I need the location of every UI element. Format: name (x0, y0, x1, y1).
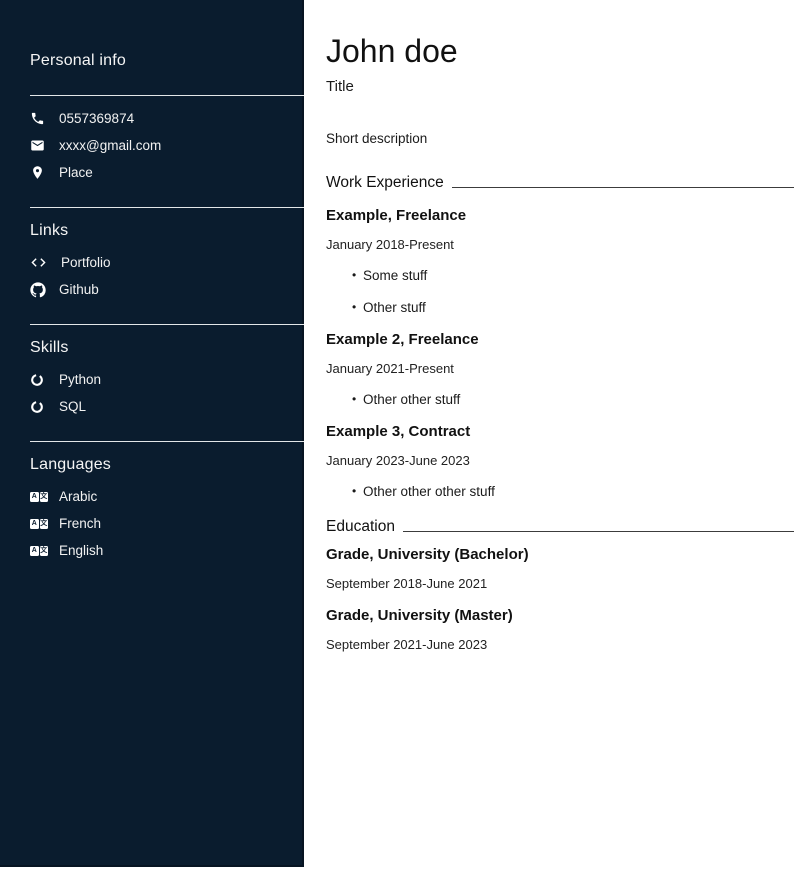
experience-title: Example, Freelance (326, 207, 794, 225)
personal-info-list: 0557369874 xxxx@gmail.com Place (30, 105, 302, 186)
skills-heading: Skills (30, 339, 302, 357)
language-label: French (59, 516, 101, 531)
language-item: A 文 English (30, 537, 302, 564)
language-label: Arabic (59, 489, 97, 504)
circle-icon (30, 373, 48, 387)
education-title: Grade, University (Bachelor) (326, 546, 794, 564)
skill-label: SQL (59, 399, 86, 414)
language-item: A 文 Arabic (30, 483, 302, 510)
experience-entry: Example, Freelance January 2018-Present … (326, 207, 794, 316)
experience-period: January 2021-Present (326, 361, 794, 377)
bullet-item: Other other other stuff (352, 483, 794, 500)
place-label: Place (59, 165, 93, 180)
education-period: September 2018-June 2021 (326, 576, 794, 592)
resume-body: John doe Title Short description Work Ex… (304, 0, 794, 869)
work-experience-header: Work Experience (326, 174, 794, 192)
links-list: Portfolio Github (30, 249, 302, 303)
personal-info-heading: Personal info (30, 52, 302, 70)
bullet-item: Some stuff (352, 267, 794, 284)
divider (30, 95, 304, 96)
skill-item: SQL (30, 393, 302, 420)
education-entry: Grade, University (Bachelor) September 2… (326, 546, 794, 592)
education-heading: Education (326, 518, 395, 536)
place-icon (30, 165, 48, 180)
divider (30, 207, 304, 208)
education-header: Education (326, 518, 794, 536)
short-description: Short description (326, 131, 794, 146)
experience-bullets: Other other stuff (326, 391, 794, 408)
email-icon (30, 138, 48, 153)
circle-icon (30, 400, 48, 414)
translate-icon-left: A (30, 546, 39, 556)
skill-item: Python (30, 366, 302, 393)
skills-list: Python SQL (30, 366, 302, 420)
place-item: Place (30, 159, 302, 186)
experience-entry: Example 2, Freelance January 2021-Presen… (326, 331, 794, 408)
experience-title: Example 2, Freelance (326, 331, 794, 349)
github-label: Github (59, 282, 99, 297)
phone-number: 0557369874 (59, 111, 134, 126)
code-icon (30, 254, 48, 271)
language-item: A 文 French (30, 510, 302, 537)
work-experience-heading: Work Experience (326, 174, 444, 192)
language-label: English (59, 543, 103, 558)
phone-item: 0557369874 (30, 105, 302, 132)
links-heading: Links (30, 222, 302, 240)
skill-label: Python (59, 372, 101, 387)
bullet-item: Other other stuff (352, 391, 794, 408)
translate-icon: A 文 (30, 519, 48, 529)
experience-title: Example 3, Contract (326, 423, 794, 441)
email-address: xxxx@gmail.com (59, 138, 161, 153)
github-icon (30, 282, 48, 298)
translate-icon-left: A (30, 519, 39, 529)
section-divider-line (403, 531, 794, 532)
sidebar: Personal info 0557369874 xxxx@gmail.com … (0, 0, 304, 867)
person-name: John doe (326, 34, 794, 68)
education-title: Grade, University (Master) (326, 607, 794, 625)
experience-bullets: Other other other stuff (326, 483, 794, 500)
experience-period: January 2023-June 2023 (326, 453, 794, 469)
translate-icon-left: A (30, 492, 39, 502)
portfolio-label: Portfolio (61, 255, 111, 270)
translate-icon: A 文 (30, 546, 48, 556)
divider (30, 441, 304, 442)
education-period: September 2021-June 2023 (326, 637, 794, 653)
email-item: xxxx@gmail.com (30, 132, 302, 159)
translate-icon-right: 文 (40, 492, 49, 502)
languages-heading: Languages (30, 456, 302, 474)
languages-list: A 文 Arabic A 文 French A 文 English (30, 483, 302, 564)
phone-icon (30, 111, 48, 126)
github-link[interactable]: Github (30, 276, 302, 303)
section-divider-line (452, 187, 794, 188)
experience-bullets: Some stuff Other stuff (326, 267, 794, 316)
portfolio-link[interactable]: Portfolio (30, 249, 302, 276)
translate-icon-right: 文 (40, 546, 49, 556)
translate-icon-right: 文 (40, 519, 49, 529)
experience-entry: Example 3, Contract January 2023-June 20… (326, 423, 794, 500)
education-entry: Grade, University (Master) September 202… (326, 607, 794, 653)
experience-period: January 2018-Present (326, 237, 794, 253)
divider (30, 324, 304, 325)
translate-icon: A 文 (30, 492, 48, 502)
bullet-item: Other stuff (352, 299, 794, 316)
job-title: Title (326, 78, 794, 95)
